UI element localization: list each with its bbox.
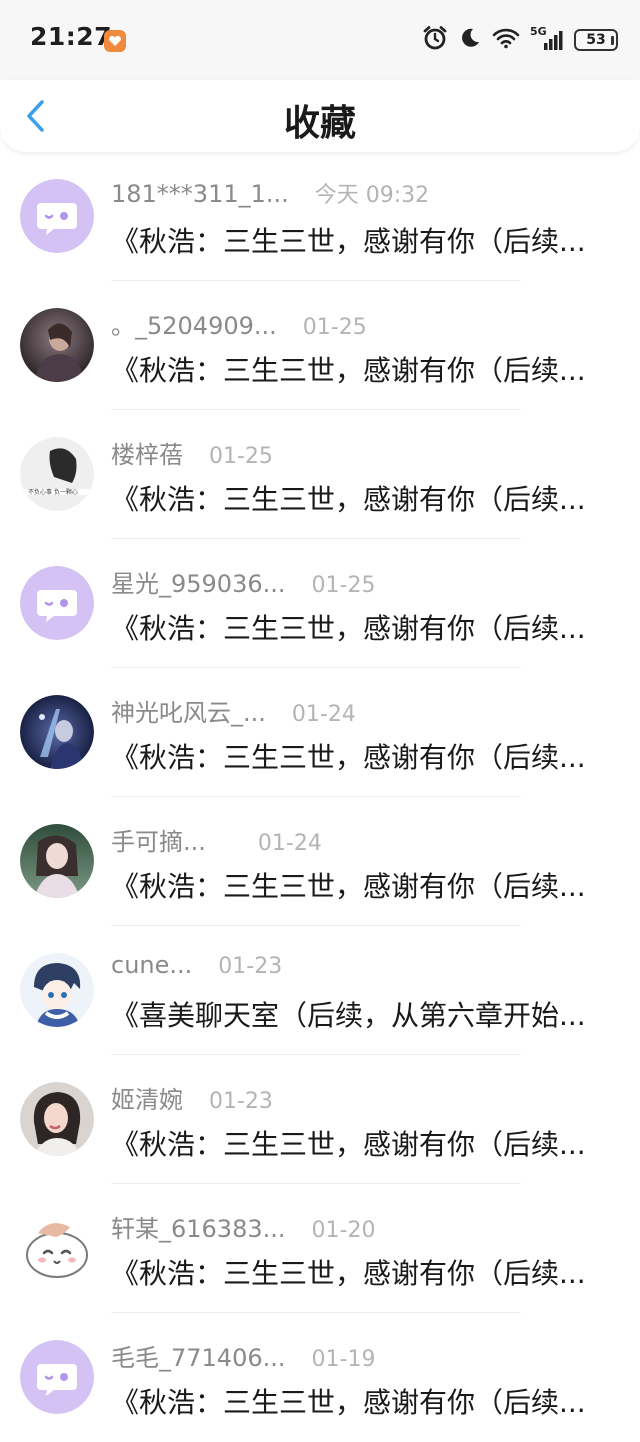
user-name: 轩某_616383... [111, 1215, 286, 1243]
favorite-title: 《秋浩：三生三世，感谢有你（后续... [111, 483, 586, 516]
avatar[interactable] [20, 308, 94, 382]
favorite-title: 《秋浩：三生三世，感谢有你（后续... [111, 1257, 586, 1290]
timestamp: 01-25 [311, 573, 376, 598]
list-item[interactable]: 轩某_616383... 01-20 《秋浩：三生三世，感谢有你（后续... [0, 1184, 640, 1313]
favorite-title: 《秋浩：三生三世，感谢有你（后续... [111, 870, 586, 903]
favorite-title: 《秋浩：三生三世，感谢有你（后续... [111, 612, 586, 645]
timestamp: 01-19 [311, 1347, 376, 1372]
cartoon-avatar [20, 1211, 94, 1285]
avatar[interactable] [20, 824, 94, 898]
list-item[interactable]: 。_5204909... 01-25 《秋浩：三生三世，感谢有你（后续... [0, 281, 640, 410]
timestamp: 01-23 [209, 1089, 273, 1114]
user-name: 姬清婉 [111, 1086, 183, 1114]
favorites-list: 181***311_1... 今天 09:32 《秋浩：三生三世，感谢有你（后续… [0, 152, 640, 1442]
user-photo [20, 308, 94, 382]
avatar[interactable] [20, 1082, 94, 1156]
timestamp: 01-25 [302, 315, 367, 340]
svg-text:不负心事 负一颗心: 不负心事 负一颗心 [28, 488, 78, 496]
list-item[interactable]: 姬清婉 01-23 《秋浩：三生三世，感谢有你（后续... [0, 1055, 640, 1184]
avatar[interactable] [20, 695, 94, 769]
user-name: cune... [111, 951, 193, 979]
list-item[interactable]: 毛毛_771406... 01-19 《秋浩：三生三世，感谢有你（后续... [0, 1313, 640, 1442]
timestamp: 01-24 [291, 702, 356, 727]
app-badge-icon [104, 30, 126, 52]
alarm-icon [422, 25, 448, 55]
list-item[interactable]: cune... 01-23 《喜美聊天室（后续，从第六章开始... [0, 926, 640, 1055]
battery-level: 53 [574, 29, 618, 51]
user-name: 星光_959036... [111, 570, 286, 598]
user-name: 毛毛_771406... [111, 1344, 286, 1372]
avatar[interactable] [20, 566, 94, 640]
avatar[interactable] [20, 179, 94, 253]
user-photo [20, 695, 94, 769]
avatar[interactable] [20, 1340, 94, 1414]
user-name: 手可摘... [111, 828, 206, 856]
favorite-title: 《秋浩：三生三世，感谢有你（后续... [111, 354, 586, 387]
user-photo [20, 953, 94, 1027]
list-item[interactable]: 手可摘... 01-24 《秋浩：三生三世，感谢有你（后续... [0, 797, 640, 926]
timestamp: 01-25 [209, 444, 273, 469]
chat-bubble-icon [20, 566, 94, 640]
timestamp: 01-24 [257, 831, 322, 856]
status-bar: 21:27 5G 53 [0, 0, 640, 80]
favorite-title: 《秋浩：三生三世，感谢有你（后续... [111, 1128, 586, 1161]
list-item[interactable]: 181***311_1... 今天 09:32 《秋浩：三生三世，感谢有你（后续… [0, 152, 640, 281]
list-item[interactable]: 不负心事 负一颗心 楼梓蓓 01-25 《秋浩：三生三世，感谢有你（后续... [0, 410, 640, 539]
list-item[interactable]: 星光_959036... 01-25 《秋浩：三生三世，感谢有你（后续... [0, 539, 640, 668]
battery-icon: 53 [574, 29, 618, 51]
wifi-icon [492, 27, 520, 53]
favorite-title: 《秋浩：三生三世，感谢有你（后续... [111, 225, 586, 258]
timestamp: 今天 09:32 [314, 183, 430, 208]
user-name: 。_5204909... [111, 312, 277, 340]
status-icons: 5G 53 [422, 25, 618, 55]
user-name: 神光叱风云_... [111, 699, 266, 727]
user-photo [20, 824, 94, 898]
avatar[interactable] [20, 1211, 94, 1285]
status-time: 21:27 [30, 22, 113, 51]
user-photo: 不负心事 负一颗心 [20, 437, 94, 511]
timestamp: 01-23 [218, 954, 283, 979]
user-name: 楼梓蓓 [111, 441, 183, 469]
favorite-title: 《秋浩：三生三世，感谢有你（后续... [111, 741, 586, 774]
moon-icon [458, 26, 482, 54]
page-title: 收藏 [283, 103, 356, 144]
avatar[interactable]: 不负心事 负一颗心 [20, 437, 94, 511]
avatar[interactable] [20, 953, 94, 1027]
list-item[interactable]: 神光叱风云_... 01-24 《秋浩：三生三世，感谢有你（后续... [0, 668, 640, 797]
user-name: 181***311_1... [111, 180, 289, 208]
chat-bubble-icon [20, 1340, 94, 1414]
signal-icon: 5G [530, 25, 564, 52]
user-photo [20, 1082, 94, 1156]
favorite-title: 《秋浩：三生三世，感谢有你（后续... [111, 1386, 586, 1419]
top-nav-bar: 收藏 [0, 80, 640, 152]
timestamp: 01-20 [311, 1218, 376, 1243]
favorite-title: 《喜美聊天室（后续，从第六章开始... [111, 999, 586, 1032]
chat-bubble-icon [20, 179, 94, 253]
